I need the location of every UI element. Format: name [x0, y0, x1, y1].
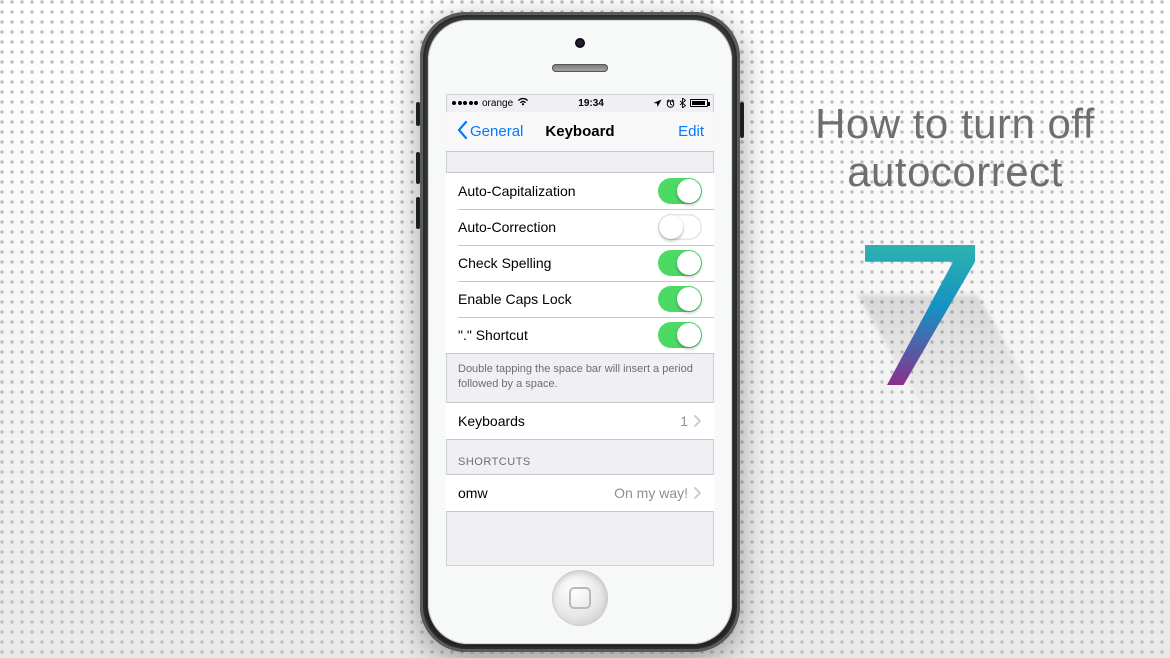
silence-switch — [416, 102, 420, 126]
keyboards-label: Keyboards — [458, 413, 525, 429]
switch-enable-caps-lock[interactable] — [658, 286, 702, 312]
volume-down-button — [416, 197, 420, 229]
earpiece-speaker — [552, 64, 608, 72]
phone-bezel: orange 19:34 — [428, 20, 732, 644]
carrier-label: orange — [482, 98, 513, 109]
toggle-row-auto-correction: Auto-Correction — [446, 209, 714, 245]
shortcut-key: omw — [458, 485, 488, 501]
period-shortcut-footer: Double tapping the space bar will insert… — [446, 354, 714, 402]
chevron-left-icon — [456, 121, 468, 143]
volume-up-button — [416, 152, 420, 184]
switch-check-spelling[interactable] — [658, 250, 702, 276]
shortcut-value: On my way! — [614, 485, 688, 501]
location-icon — [653, 99, 662, 108]
shortcut-row[interactable]: omw On my way! — [446, 475, 714, 511]
toggle-row-period-shortcut: "." Shortcut — [446, 317, 714, 353]
chevron-right-icon — [694, 487, 702, 499]
switch-auto-correction[interactable] — [658, 214, 702, 240]
toggle-label: Check Spelling — [458, 255, 551, 271]
shortcuts-header: SHORTCUTS — [446, 440, 714, 474]
alarm-icon — [666, 99, 675, 108]
toggle-label: "." Shortcut — [458, 327, 528, 343]
promo-line-2: autocorrect — [790, 148, 1120, 196]
promo-text: How to turn off autocorrect — [790, 100, 1120, 196]
ios7-logo — [865, 245, 975, 385]
nav-bar: General Keyboard Edit — [446, 112, 714, 152]
keyboards-group: Keyboards 1 — [446, 402, 714, 440]
toggle-row-auto-capitalization: Auto-Capitalization — [446, 173, 714, 209]
back-label: General — [470, 123, 523, 140]
back-button[interactable]: General — [456, 121, 523, 143]
page-title: Keyboard — [545, 123, 614, 140]
status-left: orange — [452, 97, 529, 109]
switch-auto-capitalization[interactable] — [658, 178, 702, 204]
status-time: 19:34 — [578, 98, 604, 109]
toggle-label: Enable Caps Lock — [458, 291, 572, 307]
status-right — [653, 98, 708, 108]
chevron-right-icon — [694, 415, 702, 427]
home-button[interactable] — [552, 570, 608, 626]
bluetooth-icon — [679, 98, 686, 108]
iphone-chassis: orange 19:34 — [420, 12, 740, 652]
edit-button[interactable]: Edit — [678, 123, 704, 140]
toggle-row-enable-caps-lock: Enable Caps Lock — [446, 281, 714, 317]
battery-icon — [690, 99, 708, 107]
toggle-label: Auto-Capitalization — [458, 183, 576, 199]
wifi-icon — [517, 97, 529, 109]
keyboards-count: 1 — [680, 413, 688, 429]
promo-line-1: How to turn off — [790, 100, 1120, 148]
screen: orange 19:34 — [446, 94, 714, 566]
shortcuts-group: omw On my way! — [446, 474, 714, 512]
keyboard-toggles-group: Auto-Capitalization Auto-Correction Check … — [446, 172, 714, 354]
switch-period-shortcut[interactable] — [658, 322, 702, 348]
power-button — [740, 102, 744, 138]
toggle-label: Auto-Correction — [458, 219, 556, 235]
keyboards-row[interactable]: Keyboards 1 — [446, 403, 714, 439]
front-camera — [575, 38, 585, 48]
toggle-row-check-spelling: Check Spelling — [446, 245, 714, 281]
signal-strength-icon — [452, 101, 478, 105]
status-bar: orange 19:34 — [446, 94, 714, 112]
